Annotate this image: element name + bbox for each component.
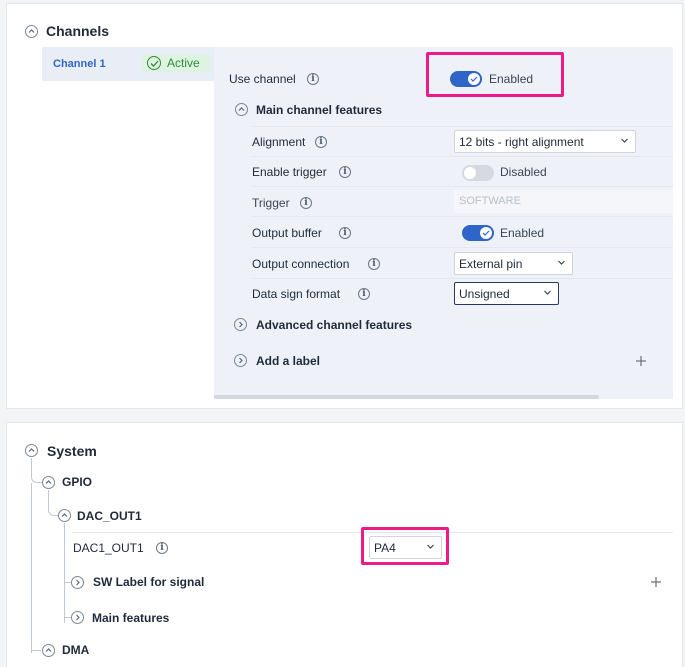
divider bbox=[252, 247, 673, 248]
use-channel-highlight bbox=[426, 52, 564, 97]
trigger-label: Trigger bbox=[252, 196, 290, 210]
chevron-down-icon bbox=[621, 138, 628, 143]
enable-trigger-label: Enable trigger bbox=[252, 165, 327, 179]
tree-line bbox=[31, 483, 32, 653]
tree-line bbox=[48, 490, 59, 516]
dma-title: DMA bbox=[62, 643, 90, 657]
status-label: Active bbox=[167, 56, 200, 70]
divider bbox=[252, 156, 673, 157]
info-icon[interactable]: i bbox=[315, 136, 327, 148]
output-buffer-label: Output buffer bbox=[252, 226, 322, 240]
main-features-title: Main channel features bbox=[256, 103, 383, 117]
channels-panel: Channels Channel 1 Active Use channel i … bbox=[6, 3, 683, 409]
gpio-title: GPIO bbox=[62, 475, 93, 489]
chevron-down-icon bbox=[558, 260, 565, 265]
alignment-value: 12 bits - right alignment bbox=[459, 135, 584, 149]
chevron-down-icon bbox=[544, 290, 551, 295]
output-connection-select[interactable]: External pin bbox=[454, 252, 573, 275]
collapse-channels-icon[interactable] bbox=[25, 25, 38, 38]
enable-trigger-value: Disabled bbox=[500, 165, 547, 179]
add-label-title[interactable]: Add a label bbox=[256, 354, 320, 368]
channel-tab-label: Channel 1 bbox=[53, 58, 106, 70]
expand-advanced-features-icon[interactable] bbox=[234, 318, 247, 331]
tree-line bbox=[64, 523, 65, 623]
horizontal-scrollbar[interactable] bbox=[214, 395, 599, 399]
tab-channel-1[interactable]: Channel 1 Active bbox=[42, 47, 214, 81]
info-icon[interactable]: i bbox=[339, 227, 351, 239]
expand-add-label-icon[interactable] bbox=[234, 354, 247, 367]
tree-branch bbox=[31, 650, 41, 651]
use-channel-label: Use channel bbox=[229, 72, 296, 86]
data-sign-format-label: Data sign format bbox=[252, 287, 341, 301]
expand-sw-label-icon[interactable] bbox=[71, 576, 84, 589]
divider bbox=[252, 126, 673, 127]
system-panel: System GPIO DAC_OUT1 DAC1_OUT1 i PA4 SW … bbox=[6, 422, 683, 667]
plus-icon[interactable] bbox=[635, 355, 647, 367]
trigger-field: SOFTWARE bbox=[454, 190, 673, 213]
info-icon[interactable]: i bbox=[156, 542, 168, 554]
output-connection-value: External pin bbox=[459, 257, 523, 271]
trigger-value: SOFTWARE bbox=[459, 195, 521, 207]
info-icon[interactable]: i bbox=[368, 258, 380, 270]
collapse-dma-icon[interactable] bbox=[42, 644, 55, 657]
status-badge: Active bbox=[142, 54, 210, 72]
advanced-features-title[interactable]: Advanced channel features bbox=[256, 318, 412, 332]
alignment-select[interactable]: 12 bits - right alignment bbox=[454, 130, 636, 153]
dac-out1-title: DAC_OUT1 bbox=[77, 509, 142, 523]
dac1-out1-highlight bbox=[361, 527, 449, 565]
sw-label-title[interactable]: SW Label for signal bbox=[93, 575, 204, 589]
divider bbox=[252, 186, 673, 187]
data-sign-format-value: Unsigned bbox=[459, 287, 510, 301]
data-sign-format-select[interactable]: Unsigned bbox=[454, 282, 559, 305]
tree-line bbox=[31, 458, 43, 483]
divider bbox=[252, 278, 673, 279]
check-circle-icon bbox=[147, 56, 161, 70]
alignment-label: Alignment bbox=[252, 135, 306, 149]
main-features-title[interactable]: Main features bbox=[92, 611, 169, 625]
expand-main-features-icon[interactable] bbox=[71, 611, 84, 624]
channel-settings: Use channel i Enabled Main channel featu… bbox=[214, 47, 673, 399]
collapse-main-features-icon[interactable] bbox=[235, 103, 248, 116]
divider bbox=[252, 216, 673, 217]
collapse-gpio-icon[interactable] bbox=[42, 476, 55, 489]
info-icon[interactable]: i bbox=[358, 288, 370, 300]
info-icon[interactable]: i bbox=[300, 197, 312, 209]
output-buffer-value: Enabled bbox=[500, 226, 545, 240]
info-icon[interactable]: i bbox=[307, 73, 319, 85]
system-title: System bbox=[47, 443, 97, 459]
collapse-dac-out1-icon[interactable] bbox=[58, 509, 71, 522]
plus-icon[interactable] bbox=[650, 576, 662, 588]
collapse-system-icon[interactable] bbox=[25, 444, 38, 457]
dac1-out1-label: DAC1_OUT1 bbox=[73, 541, 144, 555]
output-connection-label: Output connection bbox=[252, 257, 350, 271]
channels-title: Channels bbox=[46, 23, 110, 39]
enable-trigger-toggle[interactable] bbox=[462, 165, 494, 181]
output-buffer-toggle[interactable] bbox=[462, 225, 494, 241]
info-icon[interactable]: i bbox=[339, 166, 351, 178]
